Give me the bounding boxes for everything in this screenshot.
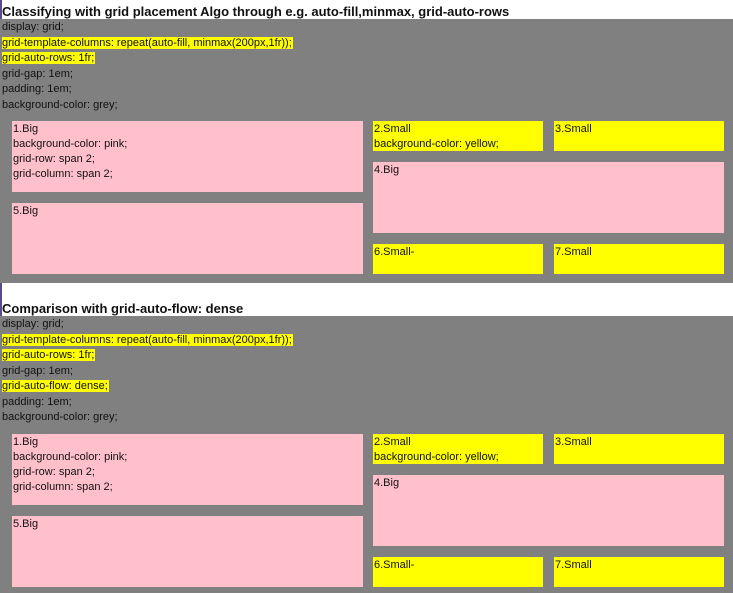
item-label: 5.Big (13, 205, 39, 217)
item-label: 7.Small (555, 246, 592, 258)
grid-item-small-7: 7.Small (554, 244, 724, 274)
item-label: 2.Small (374, 436, 411, 448)
item-label: 7.Small (555, 559, 592, 571)
code-line: background-color: grey; (2, 98, 118, 111)
grid-item-small-6: 6.Small- (373, 557, 543, 587)
grid-item-big-4: 4.Big (373, 475, 724, 546)
grid-item-big-1: 1.Big background-color: pink; grid-row: … (12, 121, 363, 192)
grid-item-big-5: 5.Big (12, 203, 363, 274)
item-css-line: grid-row: span 2; (13, 153, 95, 165)
code-line-highlighted: grid-auto-flow: dense; (2, 380, 109, 392)
css-code-lines: display: grid; grid-template-columns: re… (2, 317, 293, 426)
code-line: display: grid; (2, 318, 64, 330)
section-heading: Comparison with grid-auto-flow: dense (2, 301, 244, 316)
item-label: 3.Small (555, 436, 592, 448)
code-line-highlighted: grid-template-columns: repeat(auto-fill,… (2, 36, 293, 49)
item-label: 2.Small (374, 123, 411, 135)
item-label: 4.Big (374, 477, 400, 489)
item-css-line: grid-column: span 2; (13, 168, 113, 180)
code-line: padding: 1em; (2, 395, 72, 408)
code-line: grid-gap: 1em; (2, 67, 73, 80)
grid-item-big-4: 4.Big (373, 162, 724, 233)
item-label: 1.Big (13, 436, 39, 448)
grid-item-small-2: 2.Small background-color: yellow; (373, 434, 543, 464)
item-css-line: background-color: pink; (13, 138, 128, 150)
css-code-lines: display: grid; grid-template-columns: re… (2, 20, 293, 113)
code-line: display: grid; (2, 21, 64, 33)
grid-item-small-3: 3.Small (554, 434, 724, 464)
section-heading: Classifying with grid placement Algo thr… (2, 4, 510, 19)
item-css-line: background-color: yellow; (374, 451, 499, 463)
page: Classifying with grid placement Algo thr… (0, 0, 733, 593)
item-css-line: background-color: pink; (13, 451, 128, 463)
grid-item-small-2: 2.Small background-color: yellow; (373, 121, 543, 151)
grid-item-small-3: 3.Small (554, 121, 724, 151)
code-line: background-color: grey; (2, 411, 118, 423)
code-line: padding: 1em; (2, 83, 72, 95)
item-label: 3.Small (555, 123, 592, 135)
code-line-highlighted: grid-template-columns: repeat(auto-fill,… (2, 333, 293, 346)
code-line-highlighted: grid-auto-rows: 1fr; (2, 52, 96, 64)
code-line-highlighted: grid-auto-rows: 1fr; (2, 349, 96, 361)
item-css-line: background-color: yellow; (374, 138, 499, 150)
grid-container: display: grid; grid-template-columns: re… (0, 316, 733, 593)
grid-container: display: grid; grid-template-columns: re… (0, 19, 733, 283)
item-label: 6.Small- (374, 246, 415, 258)
grid-item-big-5: 5.Big (12, 516, 363, 587)
item-css-line: grid-row: span 2; (13, 466, 95, 478)
item-label: 5.Big (13, 518, 39, 530)
item-label: 4.Big (374, 164, 400, 176)
code-line: grid-gap: 1em; (2, 364, 73, 377)
grid-item-big-1: 1.Big background-color: pink; grid-row: … (12, 434, 363, 505)
item-label: 1.Big (13, 123, 39, 135)
grid-item-small-7: 7.Small (554, 557, 724, 587)
grid-item-small-6: 6.Small- (373, 244, 543, 274)
item-label: 6.Small- (374, 559, 415, 571)
item-css-line: grid-column: span 2; (13, 481, 113, 493)
